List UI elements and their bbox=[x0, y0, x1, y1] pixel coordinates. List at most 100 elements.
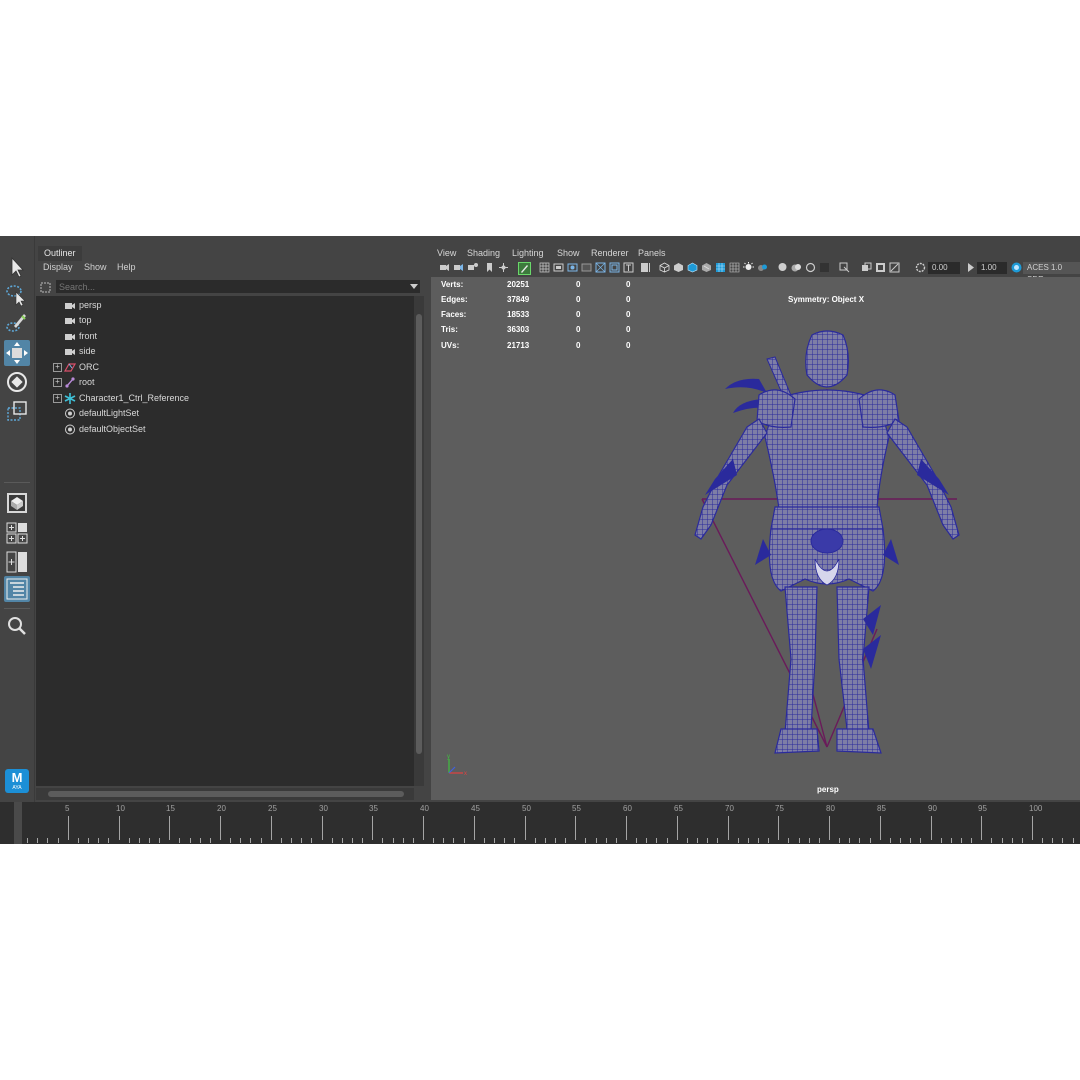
menu-show[interactable]: Show bbox=[84, 262, 107, 272]
exposure-icon[interactable] bbox=[915, 262, 926, 273]
time-slider[interactable]: 5 10 15 20 25 30 35 40 45 50 55 60 65 70 75 80 85 90 95 100 bbox=[0, 802, 1080, 844]
safe-action-icon[interactable] bbox=[609, 262, 620, 273]
image-plane-icon[interactable] bbox=[484, 262, 495, 273]
menu-view[interactable]: View bbox=[437, 248, 456, 258]
outliner-panel: Outliner Display Show Help persp top bbox=[36, 244, 426, 800]
four-view-layout-icon[interactable] bbox=[4, 520, 30, 546]
gamma-field[interactable]: 1.00 bbox=[977, 262, 1007, 274]
tree-item-root[interactable]: + root bbox=[36, 375, 414, 390]
expand-icon[interactable]: + bbox=[53, 363, 62, 372]
frame-label: 90 bbox=[928, 804, 937, 813]
frame-tick bbox=[139, 838, 140, 843]
xray-joints-icon[interactable] bbox=[839, 262, 850, 273]
outliner-tab[interactable]: Outliner bbox=[38, 246, 82, 261]
xray-active-components-icon[interactable] bbox=[861, 262, 872, 273]
search-icon[interactable] bbox=[4, 613, 30, 639]
frame-tick bbox=[250, 838, 251, 843]
frame-tick bbox=[342, 838, 343, 843]
filter-icon[interactable] bbox=[40, 280, 51, 293]
textured-icon[interactable] bbox=[701, 262, 712, 273]
menu-display[interactable]: Display bbox=[43, 262, 73, 272]
hud-value: 0 bbox=[626, 325, 631, 334]
tree-item-side[interactable]: side bbox=[36, 344, 414, 359]
select-arrow-icon[interactable] bbox=[4, 254, 30, 280]
shadows-icon[interactable] bbox=[729, 262, 740, 273]
hud-label: Faces: bbox=[441, 310, 467, 319]
bookmark-icon[interactable] bbox=[467, 262, 478, 273]
select-camera-icon[interactable] bbox=[439, 262, 450, 273]
color-management-icon[interactable] bbox=[1011, 262, 1022, 273]
menu-panels[interactable]: Panels bbox=[638, 248, 666, 258]
hud-value: 0 bbox=[576, 341, 581, 350]
menu-help[interactable]: Help bbox=[117, 262, 136, 272]
horizontal-scrollbar[interactable] bbox=[36, 788, 414, 800]
frame-tick bbox=[981, 816, 982, 840]
frame-tick bbox=[575, 816, 576, 840]
tree-item-persp[interactable]: persp bbox=[36, 298, 414, 313]
frame-tick bbox=[108, 838, 109, 843]
frame-tick bbox=[291, 838, 292, 843]
expand-icon[interactable]: + bbox=[53, 378, 62, 387]
xray-icon[interactable] bbox=[819, 262, 830, 273]
gate-mask-icon[interactable] bbox=[581, 262, 592, 273]
frame-tick bbox=[332, 838, 333, 843]
wireframe-icon[interactable] bbox=[659, 262, 670, 273]
frame-tick bbox=[667, 838, 668, 843]
camera-attributes-icon[interactable] bbox=[453, 262, 464, 273]
isolate-select-icon[interactable] bbox=[640, 262, 651, 273]
menu-lighting[interactable]: Lighting bbox=[512, 248, 544, 258]
smooth-shade-icon[interactable] bbox=[673, 262, 684, 273]
multisample-aa-icon[interactable] bbox=[791, 262, 802, 273]
ambient-occlusion-icon[interactable] bbox=[757, 262, 768, 273]
tree-item-defaultlightset[interactable]: defaultLightSet bbox=[36, 406, 414, 421]
backface-culling-icon[interactable] bbox=[875, 262, 886, 273]
tree-item-defaultobjectset[interactable]: defaultObjectSet bbox=[36, 422, 414, 437]
menu-show[interactable]: Show bbox=[557, 248, 580, 258]
frame-tick bbox=[494, 838, 495, 843]
safe-title-icon[interactable] bbox=[623, 262, 634, 273]
maya-logo[interactable]: M AYA bbox=[5, 769, 29, 793]
2d-pan-zoom-icon[interactable] bbox=[498, 262, 509, 273]
frame-tick bbox=[525, 816, 526, 840]
film-gate-icon[interactable] bbox=[553, 262, 564, 273]
persp-outliner-layout-icon[interactable] bbox=[4, 549, 30, 575]
frame-tick bbox=[677, 816, 678, 840]
resolution-gate-icon[interactable] bbox=[567, 262, 578, 273]
search-input[interactable] bbox=[56, 280, 420, 293]
tree-item-orc[interactable]: + ORC bbox=[36, 360, 414, 375]
wireframe-on-shaded-icon[interactable] bbox=[687, 262, 698, 273]
current-time-indicator[interactable] bbox=[14, 802, 22, 844]
move-tool-icon[interactable] bbox=[4, 340, 30, 366]
tree-item-top[interactable]: top bbox=[36, 313, 414, 328]
color-space-dropdown[interactable]: ACES 1.0 SDR bbox=[1023, 262, 1080, 284]
tree-item-character-reference[interactable]: + Character1_Ctrl_Reference bbox=[36, 391, 414, 406]
frame-tick bbox=[697, 838, 698, 843]
viewport-canvas[interactable]: Verts: 20251 0 0 Edges: 37849 0 0 Faces:… bbox=[431, 277, 1080, 800]
grid-icon[interactable] bbox=[539, 262, 550, 273]
rotate-tool-icon[interactable] bbox=[4, 369, 30, 395]
lasso-select-icon[interactable] bbox=[4, 282, 30, 308]
depth-of-field-icon[interactable] bbox=[805, 262, 816, 273]
vertical-scrollbar[interactable] bbox=[414, 296, 424, 786]
menu-renderer[interactable]: Renderer bbox=[591, 248, 629, 258]
scroll-thumb[interactable] bbox=[48, 791, 404, 797]
outliner-layout-icon[interactable] bbox=[4, 576, 30, 602]
grease-pencil-icon[interactable] bbox=[518, 262, 531, 275]
hud-icon[interactable] bbox=[889, 262, 900, 273]
expand-icon[interactable]: + bbox=[53, 394, 62, 403]
single-perspective-layout-icon[interactable] bbox=[4, 490, 30, 516]
motion-blur-icon[interactable] bbox=[777, 262, 788, 273]
orc-character-wireframe[interactable] bbox=[667, 329, 987, 759]
exposure-field[interactable]: 0.00 bbox=[928, 262, 960, 274]
frame-tick bbox=[210, 838, 211, 843]
lighting-icon[interactable] bbox=[743, 262, 754, 273]
use-all-lights-icon[interactable] bbox=[715, 262, 726, 273]
paint-select-icon[interactable] bbox=[4, 310, 30, 336]
scale-tool-icon[interactable] bbox=[4, 398, 30, 424]
menu-shading[interactable]: Shading bbox=[467, 248, 500, 258]
field-chart-icon[interactable] bbox=[595, 262, 606, 273]
chevron-down-icon[interactable] bbox=[410, 284, 418, 289]
gamma-icon[interactable] bbox=[965, 262, 976, 273]
scroll-thumb[interactable] bbox=[416, 314, 422, 754]
tree-item-front[interactable]: front bbox=[36, 329, 414, 344]
